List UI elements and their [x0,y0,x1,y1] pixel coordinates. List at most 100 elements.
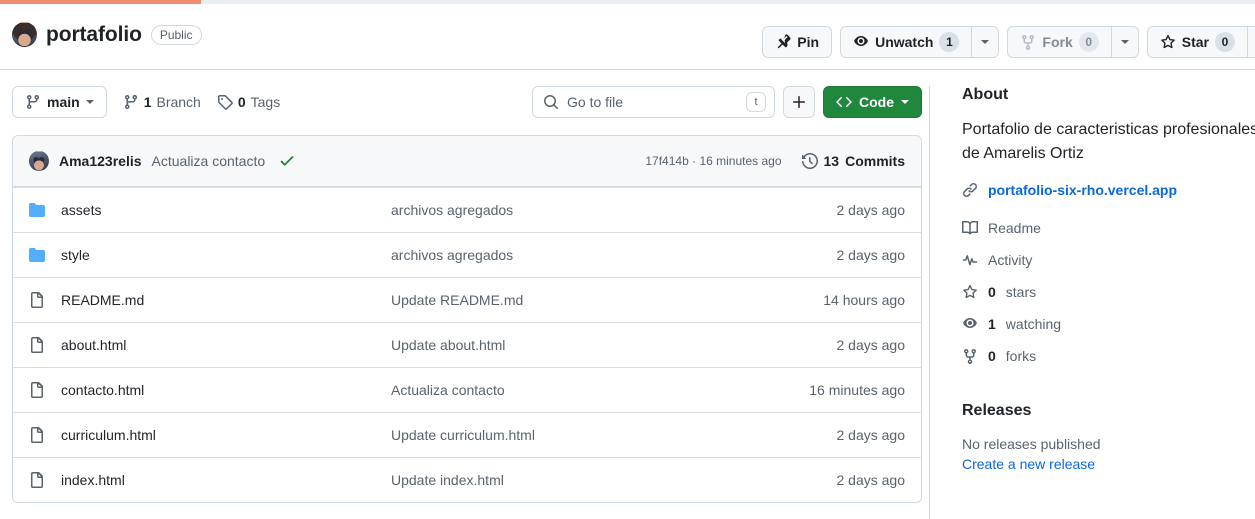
latest-commit-message[interactable]: Actualiza contacto [152,153,266,169]
file-name[interactable]: about.html [61,337,391,353]
branch-icon [123,94,139,110]
pin-icon [775,34,791,50]
add-file-button[interactable] [783,86,815,118]
star-icon [962,284,978,300]
latest-commit-meta: 17f414b · 16 minutes ago 13 Commits [645,153,905,169]
go-to-file-search[interactable]: Go to file t [532,86,775,118]
file-icon [29,382,45,398]
commit-separator: · [692,154,697,168]
releases-empty-text: No releases published [962,436,1101,452]
about-description-line2: de Amarelis Ortiz [962,145,1084,162]
file-age: 16 minutes ago [809,382,905,398]
check-icon[interactable] [279,153,295,169]
file-commit-message[interactable]: Update index.html [391,472,837,488]
releases-heading[interactable]: Releases [962,402,1246,420]
fork-icon [962,348,978,364]
code-label: Code [859,94,894,110]
file-name[interactable]: curriculum.html [61,427,391,443]
readme-link[interactable]: Readme [962,212,1246,244]
file-commit-message[interactable]: archivos agregados [391,247,837,263]
readme-label: Readme [988,220,1041,236]
file-commit-message[interactable]: Update about.html [391,337,837,353]
table-row[interactable]: style archivos agregados 2 days ago [13,232,921,277]
table-row[interactable]: README.md Update README.md 14 hours ago [13,277,921,322]
star-count: 0 [1215,32,1235,52]
pin-button[interactable]: Pin [762,26,833,58]
stars-label: stars [1005,284,1037,300]
table-row[interactable]: assets archivos agregados 2 days ago [13,187,921,232]
pin-label: Pin [797,34,820,50]
fork-label: Fork [1042,34,1073,50]
fork-icon [1020,34,1036,50]
fork-button[interactable]: Fork 0 [1007,26,1111,58]
forks-link[interactable]: 0 forks [962,340,1246,372]
activity-link[interactable]: Activity [962,244,1246,276]
watch-split-button: Unwatch 1 [840,26,1000,58]
go-to-file-shortcut-badge: t [746,92,766,112]
create-release-link[interactable]: Create a new release [962,456,1246,472]
file-icon [29,427,45,443]
homepage-link[interactable]: portafolio-six-rho.vercel.app [988,182,1177,198]
eye-icon [853,34,869,50]
stars-link[interactable]: 0 stars [962,276,1246,308]
watch-dropdown-button[interactable] [971,26,1000,58]
branches-label: Branch [156,94,201,110]
file-commit-message[interactable]: archivos agregados [391,202,837,218]
fork-count: 0 [1078,32,1099,52]
file-commit-message[interactable]: Update README.md [391,292,823,308]
watching-count: 1 [988,316,996,332]
branches-link[interactable]: 1 Branch [123,94,201,110]
committer-avatar[interactable] [29,151,49,171]
history-icon [801,153,818,169]
tags-link[interactable]: 0 Tags [217,94,280,110]
file-icon [29,337,45,353]
commits-history-link[interactable]: 13 Commits [801,153,905,169]
commits-count: 13 [823,153,840,169]
table-row[interactable]: curriculum.html Update curriculum.html 2… [13,412,921,457]
chevron-down-icon [85,100,94,104]
folder-icon [29,247,45,263]
forks-count: 0 [988,348,996,364]
repository-header: portafolio Public Pin Unwatch 1 Fork 0 S… [0,4,1255,70]
file-name[interactable]: style [61,247,391,263]
go-to-file-placeholder: Go to file [567,94,624,110]
table-row[interactable]: index.html Update index.html 2 days ago [13,457,921,502]
committer-name[interactable]: Ama123relis [59,153,142,169]
about-heading[interactable]: About [962,86,1246,104]
stars-count: 0 [988,284,996,300]
about-description: Portafolio de caracteristicas profesiona… [962,118,1255,166]
star-split-button: Star 0 [1146,26,1255,58]
chevron-down-icon [901,100,909,104]
file-name[interactable]: contacto.html [61,382,391,398]
file-age: 2 days ago [836,472,906,488]
visibility-badge: Public [150,24,202,45]
commit-age: 16 minutes ago [699,154,782,168]
table-row[interactable]: contacto.html Actualiza contacto 16 minu… [13,367,921,412]
tag-icon [217,94,233,110]
watching-link[interactable]: 1 watching [962,308,1246,340]
file-commit-message[interactable]: Update curriculum.html [391,427,837,443]
repository-name[interactable]: portafolio [46,23,142,47]
table-row[interactable]: about.html Update about.html 2 days ago [13,322,921,367]
star-dropdown-button[interactable] [1247,26,1255,58]
file-toolbar-right: Go to file t Code [532,86,922,118]
commit-sha[interactable]: 17f414b [645,154,688,168]
fork-dropdown-button[interactable] [1110,26,1139,58]
file-name[interactable]: index.html [61,472,391,488]
tags-count: 0 [237,94,246,110]
activity-icon [962,252,978,268]
owner-avatar[interactable] [12,22,37,47]
file-name[interactable]: assets [61,202,391,218]
latest-commit-bar: Ama123relis Actualiza contacto 17f414b ·… [13,136,921,187]
star-button[interactable]: Star 0 [1146,26,1247,58]
file-age: 2 days ago [836,247,906,263]
file-name[interactable]: README.md [61,292,391,308]
about-description-line1: Portafolio de caracteristicas profesiona… [962,121,1255,138]
branch-selector[interactable]: main [12,86,107,118]
file-age: 2 days ago [836,202,906,218]
branch-icon [25,94,41,110]
chevron-down-icon [1120,40,1129,44]
file-commit-message[interactable]: Actualiza contacto [391,382,809,398]
code-button[interactable]: Code [823,86,922,118]
unwatch-button[interactable]: Unwatch 1 [840,26,972,58]
